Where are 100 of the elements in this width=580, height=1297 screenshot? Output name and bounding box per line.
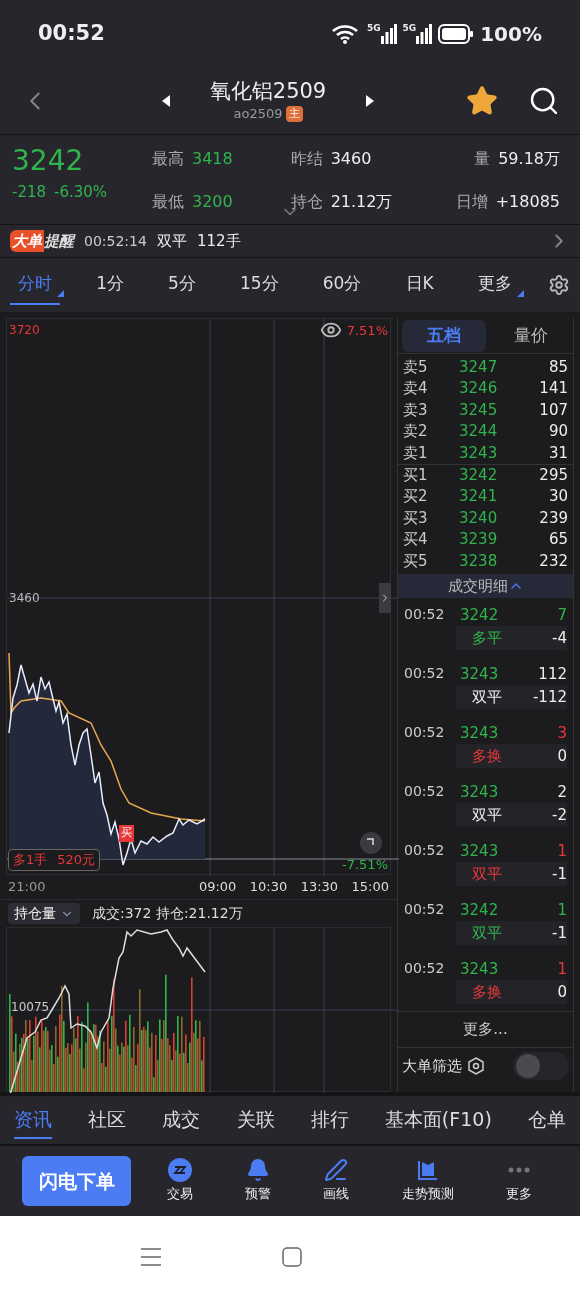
period-tab[interactable]: 分时 bbox=[10, 265, 60, 305]
filter-toggle[interactable] bbox=[513, 1052, 569, 1081]
period-tab[interactable]: 5分 bbox=[160, 265, 204, 305]
book-price: 3244 bbox=[459, 421, 498, 443]
trades-header[interactable]: 成交明细 bbox=[398, 573, 573, 598]
info-tab[interactable]: 基本面(F10) bbox=[384, 1100, 492, 1140]
favorite-star-icon[interactable] bbox=[466, 85, 498, 117]
search-icon[interactable] bbox=[528, 85, 560, 117]
trade-volume: 7 bbox=[557, 604, 567, 626]
toolbar-action[interactable]: 画线 bbox=[323, 1158, 350, 1204]
menu-icon[interactable] bbox=[140, 1246, 162, 1267]
book-volume: 232 bbox=[539, 550, 568, 572]
trade-position-change: -4 bbox=[552, 627, 567, 649]
toolbar-action[interactable]: 走势预测 bbox=[401, 1158, 454, 1204]
price-change: -218 bbox=[12, 182, 47, 203]
info-tab[interactable]: 资讯 bbox=[14, 1100, 52, 1140]
time-axis-label: 09:00 bbox=[198, 878, 237, 897]
info-tab[interactable]: 成交 bbox=[162, 1100, 201, 1140]
book-price: 3238 bbox=[459, 550, 498, 572]
price-reference-label: 3460 bbox=[9, 590, 40, 607]
contract-title: 氧化铝2509 bbox=[209, 78, 327, 105]
side-panel-handle[interactable] bbox=[379, 583, 391, 613]
book-volume: 31 bbox=[548, 442, 568, 464]
book-price: 3246 bbox=[459, 378, 498, 400]
indicator-summary: 成交:372 持仓:21.12万 bbox=[92, 904, 243, 923]
open-interest-level-label: 10075 bbox=[11, 999, 50, 1016]
trade-type: 双平 bbox=[472, 863, 502, 885]
last-price: 3242 bbox=[12, 147, 85, 175]
more-trades-button[interactable]: 更多... bbox=[398, 1010, 573, 1047]
price-high-label: 3720 bbox=[9, 322, 40, 339]
main-contract-tag: 主 bbox=[285, 105, 303, 123]
book-level: 买2 bbox=[403, 486, 429, 508]
time-axis-label: 13:30 bbox=[300, 878, 339, 897]
toolbar-action[interactable]: 更多 bbox=[505, 1158, 532, 1204]
book-level: 卖3 bbox=[403, 399, 429, 421]
book-level: 卖1 bbox=[403, 442, 429, 464]
trade-volume: 2 bbox=[557, 781, 567, 803]
alert-volume: 112手 bbox=[196, 230, 241, 252]
book-volume: 295 bbox=[539, 465, 568, 486]
trade-price: 3243 bbox=[460, 663, 499, 685]
book-price: 3247 bbox=[459, 356, 498, 378]
stat-value: 21.12万 bbox=[330, 190, 393, 213]
alert-time: 00:52:14 bbox=[84, 231, 147, 251]
book-price: 3242 bbox=[459, 465, 498, 486]
stat-value: 3460 bbox=[330, 148, 372, 170]
book-tab[interactable]: 五档 bbox=[402, 319, 486, 352]
next-icon[interactable] bbox=[366, 95, 375, 107]
price-change-percent: -6.30% bbox=[54, 182, 108, 203]
trade-time: 00:52 bbox=[404, 782, 446, 802]
signal-icon bbox=[380, 24, 397, 44]
book-level: 买1 bbox=[403, 465, 429, 486]
book-price: 3240 bbox=[459, 507, 498, 529]
period-tab[interactable]: 更多 bbox=[469, 265, 520, 305]
trade-volume: 1 bbox=[557, 958, 567, 980]
trade-volume: 112 bbox=[538, 663, 567, 685]
trade-price: 3243 bbox=[460, 781, 499, 803]
position-size: 多1手 bbox=[13, 851, 48, 869]
period-tab[interactable]: 1分 bbox=[88, 265, 132, 305]
stat-label: 最低 bbox=[152, 190, 184, 213]
fullscreen-icon[interactable] bbox=[360, 832, 382, 854]
period-tab[interactable]: 60分 bbox=[314, 265, 370, 305]
contract-code: ao2509 bbox=[233, 105, 283, 124]
info-tab[interactable]: 社区 bbox=[88, 1100, 127, 1140]
info-tab[interactable]: 仓单 bbox=[527, 1100, 566, 1140]
book-volume: 239 bbox=[539, 507, 568, 529]
trade-price: 3243 bbox=[460, 958, 499, 980]
toolbar-action[interactable]: 预警 bbox=[245, 1158, 272, 1204]
period-tab[interactable]: 日K bbox=[397, 265, 442, 305]
filter-settings-icon[interactable] bbox=[466, 1056, 486, 1077]
home-square-icon[interactable] bbox=[282, 1246, 302, 1267]
trade-position-change: -2 bbox=[552, 804, 567, 826]
percent-low-label: -7.51% bbox=[342, 855, 388, 874]
stat-value: 3418 bbox=[192, 148, 233, 170]
book-level: 卖2 bbox=[403, 421, 429, 443]
book-price: 3243 bbox=[459, 442, 498, 464]
book-volume: 30 bbox=[548, 486, 568, 508]
previous-icon[interactable] bbox=[161, 95, 170, 107]
trade-volume: 1 bbox=[557, 899, 567, 921]
indicator-select[interactable]: 持仓量 bbox=[8, 903, 80, 924]
info-tab[interactable]: 排行 bbox=[310, 1100, 349, 1140]
status-time: 00:52 bbox=[38, 20, 105, 48]
book-price: 3239 bbox=[459, 529, 498, 551]
trade-type: 多换 bbox=[472, 745, 502, 767]
quick-order-button[interactable]: 闪电下单 bbox=[22, 1156, 131, 1206]
book-level: 买4 bbox=[403, 529, 429, 551]
trade-type: 多换 bbox=[472, 981, 502, 1003]
trade-time: 00:52 bbox=[404, 841, 446, 861]
book-tab[interactable]: 量价 bbox=[489, 319, 573, 352]
trade-position-change: 0 bbox=[557, 981, 567, 1003]
trade-icon bbox=[168, 1158, 193, 1183]
info-tab[interactable]: 关联 bbox=[236, 1100, 275, 1140]
alert-action: 双平 bbox=[156, 230, 187, 252]
book-price: 3241 bbox=[459, 486, 498, 508]
trade-type: 双平 bbox=[472, 686, 502, 708]
period-tab[interactable]: 15分 bbox=[232, 265, 287, 305]
settings-icon[interactable] bbox=[547, 274, 570, 296]
bell-icon bbox=[246, 1158, 271, 1183]
trade-volume: 3 bbox=[557, 722, 567, 744]
stat-value: 3200 bbox=[192, 190, 233, 213]
toolbar-action[interactable]: 交易 bbox=[167, 1158, 194, 1204]
